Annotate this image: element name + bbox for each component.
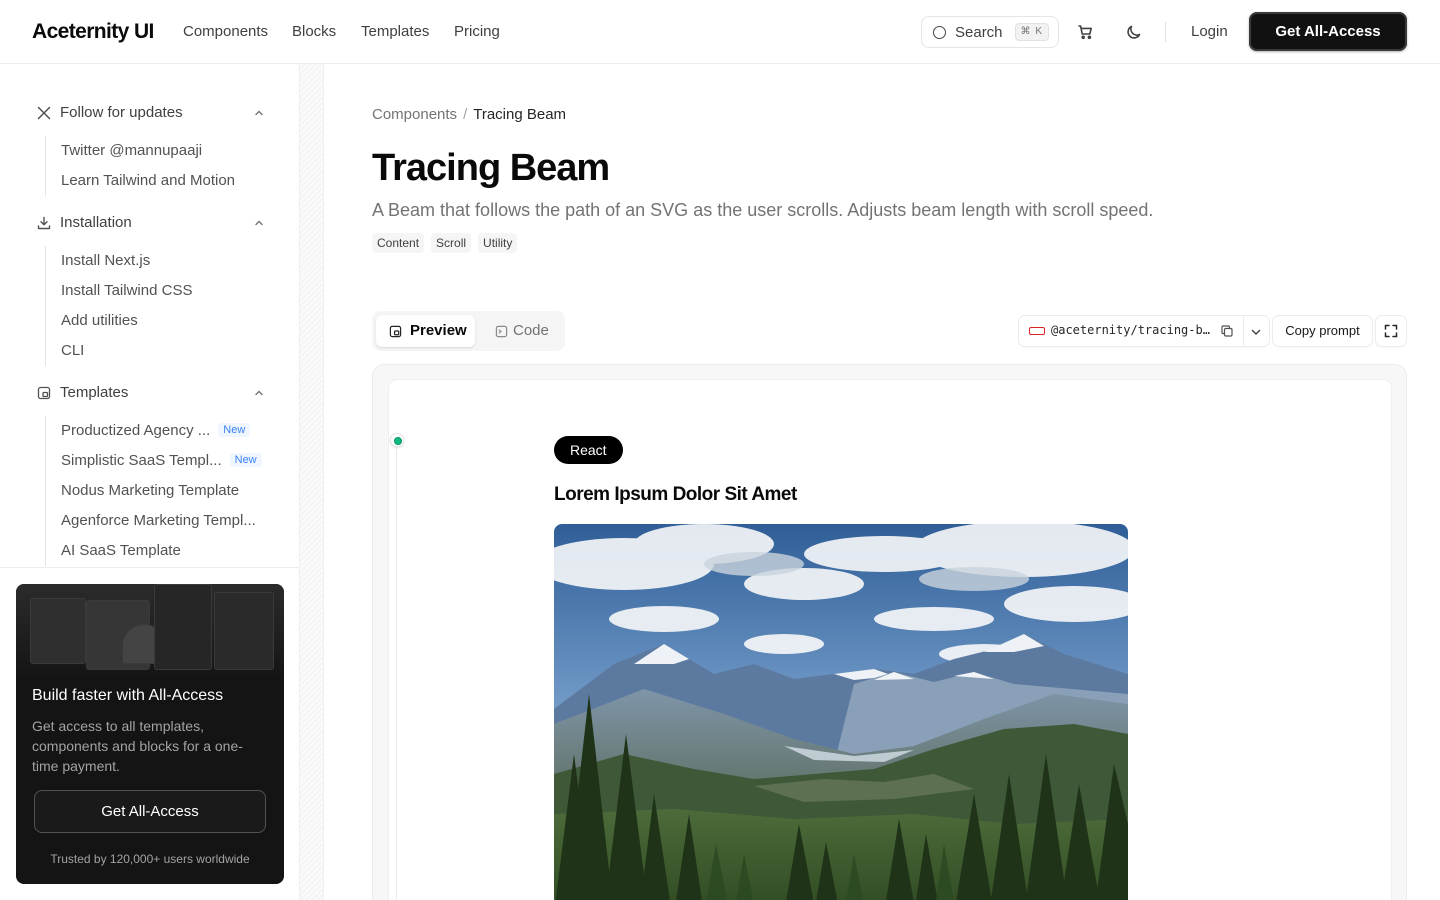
sidebar-item-productized-agency[interactable]: Productized Agency ... New (61, 422, 251, 439)
tag-scroll[interactable]: Scroll (431, 233, 472, 253)
promo-get-all-access-button[interactable]: Get All-Access (34, 790, 266, 833)
tracing-beam-dot (390, 433, 404, 447)
sidebar-tree-line (45, 246, 46, 366)
nav-blocks[interactable]: Blocks (292, 23, 336, 40)
all-access-promo-card: Build faster with All-Access Get access … (16, 584, 284, 884)
promo-description: Get access to all templates, components … (32, 718, 243, 774)
new-badge: New (229, 453, 262, 467)
breadcrumb: Components / Tracing Beam (372, 106, 566, 123)
promo-preview-image (16, 584, 284, 680)
promo-trust-note: Trusted by 120,000+ users worldwide (50, 852, 250, 866)
cli-command-text: @aceternity/tracing-b… (1051, 323, 1210, 337)
npm-logo-icon (1029, 327, 1045, 335)
sidebar-item-cli[interactable]: CLI (61, 342, 84, 359)
top-navbar: Aceternity UI Components Blocks Template… (0, 0, 1440, 64)
page-title: Tracing Beam (372, 147, 610, 189)
login-link[interactable]: Login (1191, 23, 1228, 40)
sidebar-section-title: Templates (60, 384, 129, 401)
sidebar-tree-line (45, 416, 46, 566)
chevron-up-icon (255, 220, 263, 226)
sidebar-item-nodus-marketing[interactable]: Nodus Marketing Template (61, 482, 239, 499)
tracing-beam-track (396, 446, 397, 900)
sidebar-divider (0, 567, 299, 571)
new-badge: New (218, 423, 251, 437)
theme-toggle-button[interactable] (1122, 20, 1146, 44)
tag-content[interactable]: Content (372, 233, 425, 253)
sidebar-item-install-nextjs[interactable]: Install Next.js (61, 252, 150, 269)
sidebar-section-templates[interactable]: Templates (36, 382, 268, 404)
copy-icon[interactable] (1220, 324, 1234, 338)
download-icon (37, 216, 51, 230)
nav-pricing[interactable]: Pricing (454, 23, 500, 40)
react-badge: React (554, 436, 623, 464)
logo[interactable]: Aceternity UI (32, 20, 154, 44)
copy-prompt-button[interactable]: Copy prompt (1273, 316, 1372, 346)
chevron-up-icon (255, 390, 263, 396)
sidebar-item-learn-tailwind[interactable]: Learn Tailwind and Motion (61, 172, 235, 189)
get-all-access-button[interactable]: Get All-Access (1249, 12, 1407, 51)
nav-components[interactable]: Components (183, 23, 268, 40)
moon-icon (1127, 25, 1141, 39)
tab-label: Preview (410, 322, 467, 339)
promo-title: Build faster with All-Access (32, 687, 224, 704)
tab-label: Code (513, 322, 549, 339)
breadcrumb-separator: / (463, 106, 468, 123)
cart-button[interactable] (1074, 20, 1098, 44)
sidebar-section-follow[interactable]: Follow for updates (36, 102, 268, 124)
chevron-up-icon (255, 110, 263, 116)
preview-code-tabs: Preview Code (372, 311, 565, 351)
breadcrumb-current: Tracing Beam (473, 106, 567, 123)
tag-list: Content Scroll Utility (372, 233, 518, 253)
cart-icon (1078, 25, 1092, 40)
sidebar-item-install-tailwind[interactable]: Install Tailwind CSS (61, 282, 192, 299)
chevron-down-icon[interactable] (1249, 325, 1263, 339)
sidebar-item-agenforce-marketing[interactable]: Agenforce Marketing Templ... (61, 512, 256, 529)
cli-divider (1243, 316, 1244, 346)
sidebar-item-simplistic-saas[interactable]: Simplistic SaaS Templ... New (61, 452, 262, 469)
terminal-icon (495, 325, 508, 338)
breadcrumb-components[interactable]: Components (372, 106, 457, 123)
cli-install-command[interactable]: @aceternity/tracing-b… (1019, 316, 1269, 346)
mountain-landscape-image (554, 524, 1128, 900)
fullscreen-button[interactable] (1376, 316, 1406, 346)
search-button[interactable]: Search ⌘ K (921, 16, 1059, 48)
sidebar-section-title: Follow for updates (60, 104, 183, 121)
x-logo-icon (37, 106, 51, 120)
search-shortcut: ⌘ K (1014, 23, 1049, 41)
template-icon (37, 386, 51, 400)
nav-templates[interactable]: Templates (361, 23, 429, 40)
search-icon (933, 26, 946, 39)
post-heading: Lorem Ipsum Dolor Sit Amet (554, 484, 797, 505)
tag-utility[interactable]: Utility (478, 233, 518, 253)
tab-preview[interactable]: Preview (376, 315, 475, 347)
sidebar-item-twitter[interactable]: Twitter @mannupaaji (61, 142, 202, 159)
sidebar-gutter-pattern (300, 64, 324, 900)
tab-code[interactable]: Code (482, 315, 558, 347)
sidebar-item-label: Simplistic SaaS Templ... (61, 452, 222, 469)
page-description: A Beam that follows the path of an SVG a… (372, 200, 1154, 220)
expand-icon (1384, 324, 1398, 338)
sidebar-section-title: Installation (60, 214, 132, 231)
navbar-divider (1165, 22, 1166, 42)
sidebar-item-label: Productized Agency ... (61, 422, 211, 439)
sidebar-item-ai-saas[interactable]: AI SaaS Template (61, 542, 181, 559)
sidebar-item-add-utilities[interactable]: Add utilities (61, 312, 138, 329)
sidebar-section-installation[interactable]: Installation (36, 212, 268, 234)
search-label: Search (955, 24, 1003, 41)
sidebar-tree-line (45, 136, 46, 196)
preview-icon (389, 325, 402, 338)
